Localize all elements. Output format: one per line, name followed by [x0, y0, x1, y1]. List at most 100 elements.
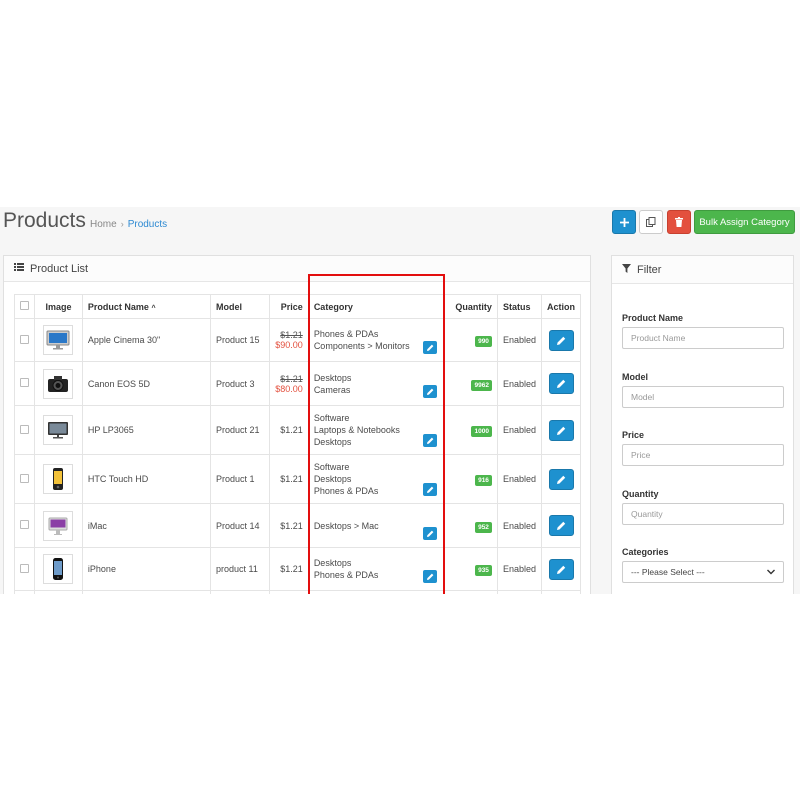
image-cell — [34, 318, 83, 362]
display-image — [48, 422, 69, 439]
model-cell: product 11 — [210, 547, 270, 591]
quantity-badge: 952 — [475, 521, 492, 533]
status-cell: Enabled — [496, 503, 543, 548]
category-cell: Software Laptops & Notebooks Desktops — [307, 405, 446, 455]
special-price: $90.00 — [275, 340, 303, 350]
category-line: Desktops — [313, 558, 352, 568]
sort-asc-icon: ^ — [151, 304, 156, 312]
edit-product-button[interactable] — [548, 558, 574, 580]
delete-button[interactable] — [667, 210, 691, 234]
pencil-icon — [426, 573, 433, 580]
image-cell — [34, 361, 83, 406]
add-button[interactable] — [612, 210, 636, 234]
product-list-title: Product List — [30, 262, 89, 275]
status-cell: Enabled — [496, 361, 543, 406]
edit-category-button[interactable] — [423, 434, 437, 447]
edit-category-button[interactable] — [423, 570, 437, 583]
edit-category-button[interactable] — [423, 527, 437, 540]
product-list-panel: Product List Image Product Name ^ Model … — [3, 255, 591, 594]
categories-select[interactable]: --- Please Select --- — [622, 561, 784, 583]
quantity-cell: 916 — [444, 454, 498, 504]
row-checkbox[interactable] — [20, 473, 29, 483]
category-cell: Desktops > Mac — [307, 503, 446, 548]
column-quantity[interactable]: Quantity — [444, 294, 498, 319]
model-input[interactable] — [622, 386, 784, 408]
breadcrumb: Home › Products — [90, 219, 167, 230]
quantity-label: Quantity — [622, 489, 659, 499]
list-icon — [14, 263, 24, 274]
pencil-icon — [556, 379, 565, 388]
model-cell: Product 1 — [210, 454, 270, 504]
copy-button[interactable] — [639, 210, 663, 234]
admin-screenshot: Products Home › Products Bulk Assign Categ… — [0, 207, 800, 594]
product-thumbnail — [43, 554, 74, 584]
product-name-input[interactable] — [622, 327, 784, 349]
price-cell: $1.21 — [268, 503, 309, 548]
plus-icon — [619, 217, 629, 227]
bulk-assign-category-button[interactable]: Bulk Assign Category — [694, 210, 795, 234]
quantity-badge: 1000 — [471, 426, 492, 437]
row-select-cell — [14, 405, 35, 455]
price-cell: $1.21 $90.00 — [268, 318, 309, 362]
price-label: Price — [622, 430, 645, 440]
product-name-cell: iMac — [81, 503, 212, 548]
categories-label: Categories — [622, 547, 669, 557]
imac-image — [48, 517, 68, 535]
quantity-input[interactable] — [622, 503, 784, 525]
breadcrumb-home[interactable]: Home — [90, 219, 117, 230]
table-header-row: Image Product Name ^ Model Price Categor… — [14, 294, 581, 319]
column-status[interactable]: Status — [496, 294, 543, 319]
column-price[interactable]: Price — [268, 294, 309, 319]
row-checkbox[interactable] — [20, 378, 29, 387]
price-input[interactable] — [622, 444, 784, 466]
row-checkbox[interactable] — [20, 424, 29, 434]
quantity-badge: 935 — [475, 565, 492, 576]
pencil-icon — [426, 344, 433, 351]
product-name-cell: Canon EOS 5D — [81, 361, 212, 406]
pencil-icon — [426, 388, 433, 395]
column-product-name[interactable]: Product Name ^ — [81, 294, 212, 319]
table-row: iMac Product 14 $1.21 Desktops > Mac 952… — [14, 503, 581, 548]
product-thumbnail — [43, 510, 74, 541]
product-thumbnail — [43, 368, 74, 399]
row-checkbox[interactable] — [20, 520, 29, 529]
quantity-cell: 952 — [444, 503, 498, 548]
action-cell — [541, 361, 581, 406]
old-price: $1.21 — [280, 373, 303, 384]
status-cell: Enabled — [496, 318, 543, 362]
page-title: Products — [3, 209, 86, 232]
action-cell — [541, 590, 581, 594]
edit-product-button[interactable] — [548, 515, 574, 536]
product-name-cell: iPhone — [81, 547, 212, 591]
row-checkbox[interactable] — [20, 334, 29, 344]
row-select-cell — [14, 503, 35, 548]
row-select-cell — [14, 318, 35, 362]
breadcrumb-separator: › — [120, 219, 124, 229]
pencil-icon — [426, 437, 433, 444]
edit-category-button[interactable] — [423, 385, 437, 398]
column-model[interactable]: Model — [210, 294, 270, 319]
column-image: Image — [34, 294, 83, 319]
breadcrumb-products[interactable]: Products — [128, 219, 167, 230]
select-all-checkbox[interactable] — [20, 301, 29, 310]
edit-product-button[interactable] — [548, 373, 574, 394]
model-cell: Product 15 — [210, 318, 270, 362]
product-thumbnail — [43, 415, 74, 445]
edit-product-button[interactable] — [548, 419, 574, 441]
edit-category-button[interactable] — [423, 341, 437, 354]
pencil-icon — [426, 486, 433, 493]
edit-category-button[interactable] — [423, 483, 437, 496]
category-line: Phones & PDAs — [313, 329, 379, 339]
model-cell: Product 14 — [210, 503, 270, 548]
edit-product-button[interactable] — [548, 329, 574, 351]
row-checkbox[interactable] — [20, 563, 29, 573]
table-row: iPhone product 11 $1.21 Desktops Phones &… — [14, 547, 581, 591]
quantity-badge: 990 — [475, 336, 492, 347]
edit-product-button[interactable] — [548, 468, 574, 490]
pencil-icon — [556, 475, 565, 484]
quantity-badge: 916 — [475, 475, 492, 486]
action-cell — [541, 405, 581, 455]
product-table: Image Product Name ^ Model Price Categor… — [14, 294, 581, 594]
table-row: HP LP3065 Product 21 $1.21 Software Lapto… — [14, 405, 581, 455]
iphone-image — [53, 558, 64, 580]
